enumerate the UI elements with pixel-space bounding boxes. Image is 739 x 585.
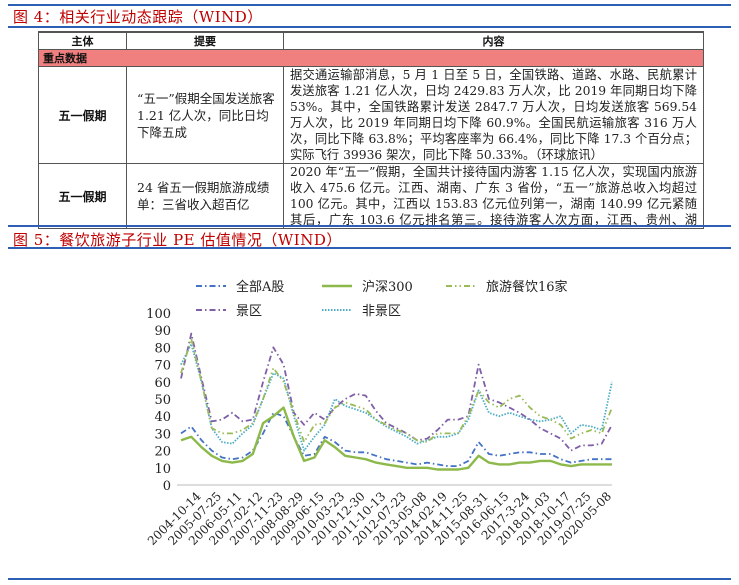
series-line-4	[180, 343, 613, 452]
legend-label: 非景区	[362, 304, 401, 319]
pe-valuation-chart: 01020304050607080901002004-10-142005-07-…	[145, 279, 614, 548]
series-line-1	[180, 406, 612, 471]
y-tick-label: 90	[154, 324, 171, 339]
legend-label: 旅游餐饮16家	[486, 279, 568, 295]
y-tick-label: 10	[154, 462, 171, 477]
y-tick-label: 40	[154, 410, 171, 425]
y-tick-label: 80	[154, 341, 171, 356]
y-tick-label: 0	[163, 479, 171, 494]
y-tick-label: 50	[154, 393, 171, 408]
legend-label: 沪深300	[362, 279, 413, 295]
y-tick-label: 70	[154, 359, 171, 374]
legend-label: 全部A股	[236, 279, 284, 295]
legend-label: 景区	[236, 304, 262, 319]
y-tick-label: 60	[154, 376, 171, 391]
y-tick-label: 100	[146, 307, 171, 322]
bottom-rule	[8, 578, 731, 580]
y-tick-label: 30	[154, 427, 171, 442]
series-line-2	[180, 337, 613, 443]
series-line-3	[180, 332, 613, 452]
y-tick-label: 20	[154, 445, 171, 460]
